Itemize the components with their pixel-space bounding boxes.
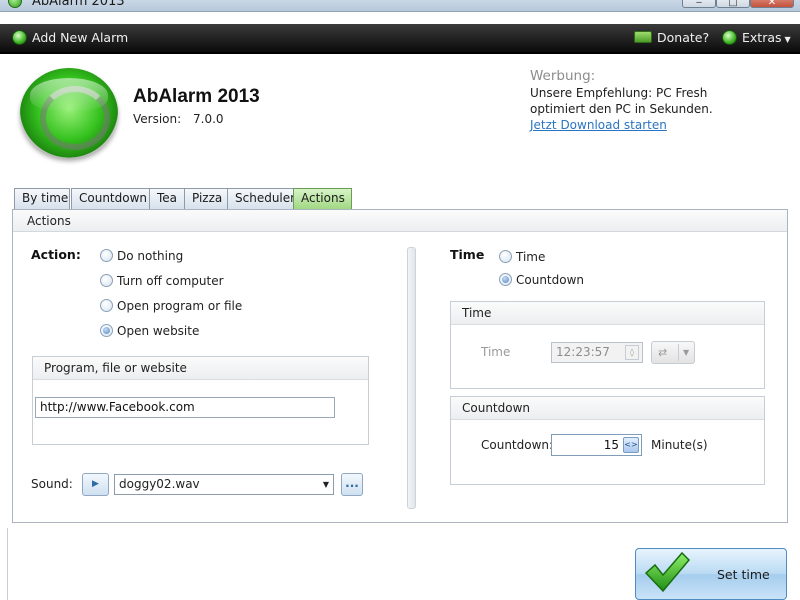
play-icon: ▶ xyxy=(92,479,99,489)
refresh-icon: ⇄ xyxy=(658,346,668,359)
time-input[interactable]: 12:23:57 ◊ xyxy=(551,342,643,363)
countdown-input[interactable]: 15 <> xyxy=(551,434,642,456)
ad-title: Werbung: xyxy=(530,68,596,84)
radio-circle-icon xyxy=(499,250,512,263)
countdown-group-title: Countdown xyxy=(451,397,764,420)
chevron-down-icon: ▼ xyxy=(784,35,791,44)
radio-time-mode-countdown[interactable]: Countdown xyxy=(499,272,584,288)
version-value: 7.0.0 xyxy=(193,112,224,126)
tab-by-time[interactable]: By time xyxy=(14,188,70,209)
radio-label: Countdown xyxy=(516,273,585,287)
app-name: AbAlarm 2013 xyxy=(133,86,260,107)
radio-circle-icon xyxy=(100,274,113,287)
program-group-title: Program, file or website xyxy=(33,357,368,380)
ad-line-1: Unsere Empfehlung: PC Fresh xyxy=(530,86,708,100)
browse-sound-button[interactable]: ... xyxy=(341,473,363,496)
add-alarm-icon xyxy=(12,29,27,45)
donate-label: Donate? xyxy=(657,30,710,45)
ad-line-2: optimiert den PC in Sekunden. xyxy=(530,102,713,116)
countdown-unit: Minute(s) xyxy=(651,438,708,452)
chevron-down-icon: ▼ xyxy=(322,480,329,489)
sound-label: Sound: xyxy=(31,477,73,491)
time-mode-label: Time xyxy=(450,247,485,262)
app-icon xyxy=(8,0,22,8)
radio-turn-off-computer[interactable]: Turn off computer xyxy=(100,273,224,289)
main-toolbar: Add New Alarm Donate? Extras ▼ xyxy=(0,24,800,54)
radio-label: Open program or file xyxy=(117,299,243,313)
radio-open-program[interactable]: Open program or file xyxy=(100,298,242,314)
radio-circle-icon xyxy=(100,299,113,312)
radio-open-website[interactable]: Open website xyxy=(100,323,199,339)
program-url-input[interactable]: http://www.Facebook.com xyxy=(35,397,335,418)
window-title: AbAlarm 2013 xyxy=(32,0,125,9)
radio-label: Open website xyxy=(117,324,200,338)
extras-menu-button[interactable]: Extras ▼ xyxy=(722,24,791,52)
play-sound-button[interactable]: ▶ xyxy=(82,473,109,496)
version-info: Version: 7.0.0 xyxy=(133,112,224,126)
panel-splitter[interactable] xyxy=(407,247,416,509)
checkmark-icon xyxy=(644,551,690,593)
radio-do-nothing[interactable]: Do nothing xyxy=(100,248,183,264)
set-time-label: Set time xyxy=(717,567,770,582)
extras-label: Extras xyxy=(742,30,782,45)
window-title-bar[interactable]: AbAlarm 2013 ‒ □ ✕ xyxy=(0,0,800,12)
action-label: Action: xyxy=(31,247,81,262)
radio-checked-icon xyxy=(100,324,113,337)
time-field-label: Time xyxy=(481,345,511,359)
radio-circle-icon xyxy=(100,249,113,262)
add-new-alarm-label: Add New Alarm xyxy=(32,30,129,45)
sound-select[interactable]: doggy02.wav ▼ xyxy=(114,474,334,495)
sound-select-value: doggy02.wav xyxy=(119,477,200,491)
time-group-title: Time xyxy=(451,302,764,325)
set-time-button[interactable]: Set time xyxy=(635,548,787,600)
close-button[interactable]: ✕ xyxy=(750,0,794,8)
tab-pizza[interactable]: Pizza xyxy=(184,188,229,209)
download-link[interactable]: Jetzt Download starten xyxy=(530,117,790,133)
tab-countdown[interactable]: Countdown xyxy=(71,188,158,209)
alarm-clock-logo-icon xyxy=(20,68,118,158)
tab-scheduler[interactable]: Scheduler xyxy=(227,188,295,209)
radio-label: Do nothing xyxy=(117,249,184,263)
radio-label: Time xyxy=(516,250,546,264)
chevron-down-icon: ▼ xyxy=(683,348,690,357)
version-label: Version: xyxy=(133,112,182,126)
add-new-alarm-button[interactable]: Add New Alarm xyxy=(12,24,128,52)
money-icon xyxy=(634,31,652,43)
advertisement: Werbung: Unsere Empfehlung: PC Fresh opt… xyxy=(530,68,790,133)
countdown-field-label: Countdown: xyxy=(481,438,554,452)
sync-time-button[interactable]: ⇄ ▼ xyxy=(651,341,695,364)
radio-checked-icon xyxy=(499,273,512,286)
spin-icon[interactable]: ◊ xyxy=(625,345,639,360)
time-value: 12:23:57 xyxy=(556,345,610,359)
countdown-value: 15 xyxy=(603,438,619,452)
extras-icon xyxy=(722,29,737,45)
donate-button[interactable]: Donate? xyxy=(634,24,709,52)
radio-time-mode-time[interactable]: Time xyxy=(499,249,545,265)
maximize-button[interactable]: □ xyxy=(716,0,750,8)
radio-label: Turn off computer xyxy=(117,274,224,288)
tab-actions[interactable]: Actions xyxy=(293,188,352,210)
panel-title: Actions xyxy=(13,210,787,232)
spin-icon[interactable]: <> xyxy=(623,437,639,453)
minimize-button[interactable]: ‒ xyxy=(682,0,716,8)
